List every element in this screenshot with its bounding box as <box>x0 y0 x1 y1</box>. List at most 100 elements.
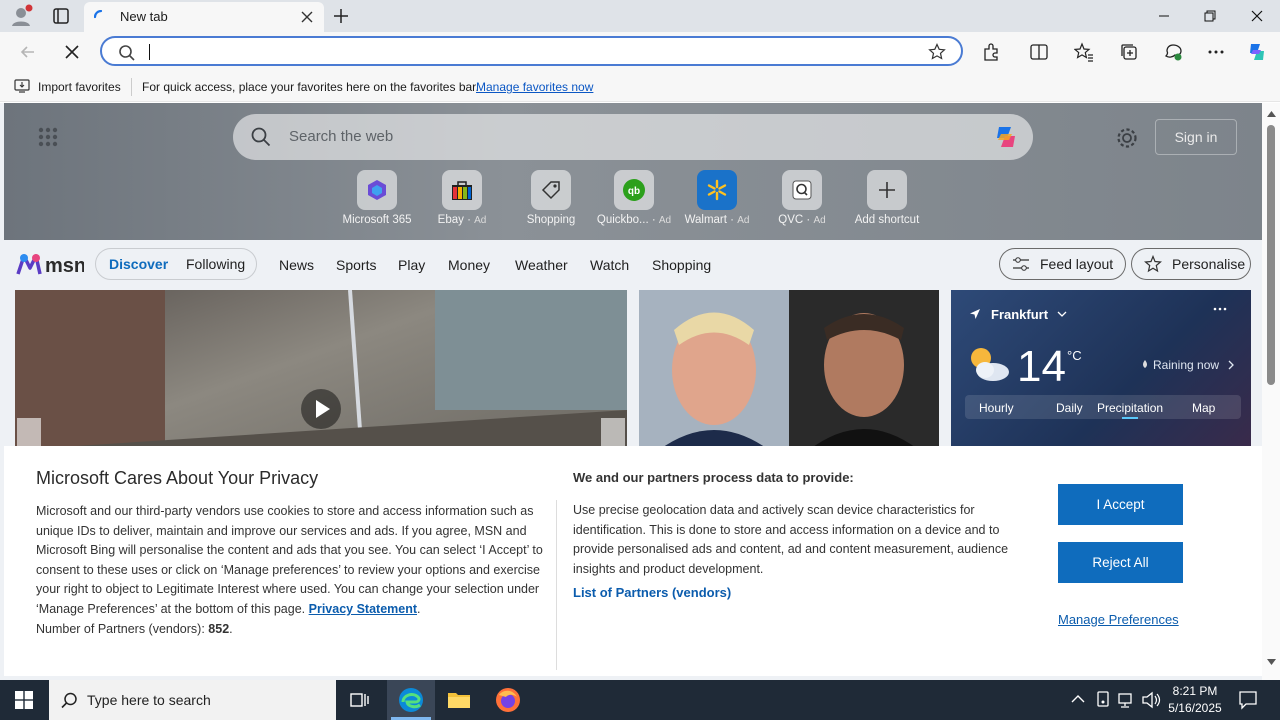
taskbar-edge[interactable] <box>387 680 435 720</box>
notifications-icon[interactable] <box>1238 690 1258 710</box>
nav-news[interactable]: News <box>279 257 314 273</box>
import-favorites-button[interactable]: Import favorites <box>38 80 121 94</box>
weather-tab-precipitation[interactable]: Precipitation <box>1097 401 1163 415</box>
web-search-box[interactable]: Search the web <box>233 114 1033 160</box>
chevron-down-icon[interactable] <box>1057 310 1067 318</box>
close-window-button[interactable] <box>1234 0 1280 32</box>
start-button[interactable] <box>0 680 48 720</box>
weather-temperature: 14 <box>1017 342 1066 391</box>
weather-tab-map[interactable]: Map <box>1192 401 1215 415</box>
nav-sports[interactable]: Sports <box>336 257 376 273</box>
privacy-consent-banner: Microsoft Cares About Your Privacy Micro… <box>4 446 1262 676</box>
feed-toggle: Discover Following <box>95 248 257 280</box>
favorite-star-icon[interactable] <box>928 43 946 61</box>
tab-strip: New tab <box>0 0 1280 32</box>
split-screen-icon[interactable] <box>1027 40 1051 64</box>
clock-time: 8:21 PM <box>1172 684 1218 698</box>
msn-logo[interactable]: msn <box>16 250 84 280</box>
ad-badge: Ad <box>658 215 672 226</box>
shortcut-shopping[interactable]: Shopping <box>509 170 593 226</box>
profile-avatar[interactable] <box>8 4 34 28</box>
news-card-video[interactable] <box>15 290 627 450</box>
privacy-body: Microsoft and our third-party vendors us… <box>36 504 543 636</box>
scroll-up-arrow-icon[interactable] <box>1267 111 1276 117</box>
restore-button[interactable] <box>1187 0 1233 32</box>
tab-new-tab[interactable]: New tab <box>84 2 324 32</box>
shortcut-quickbooks[interactable]: qb Quickbo... · Ad <box>592 170 676 226</box>
weather-city[interactable]: Frankfurt <box>991 307 1048 322</box>
favorites-hint: For quick access, place your favorites h… <box>142 80 479 94</box>
taskbar-firefox[interactable] <box>484 680 532 720</box>
ad-badge: Ad <box>737 215 750 226</box>
extensions-icon[interactable] <box>979 40 1003 64</box>
shortcut-label: QVC <box>778 214 804 226</box>
qvc-icon <box>782 170 822 210</box>
volume-icon[interactable] <box>1141 691 1161 709</box>
tray-device-icon[interactable] <box>1095 691 1111 709</box>
play-icon[interactable] <box>300 388 342 430</box>
feed-layout-label: Feed layout <box>1040 256 1114 272</box>
more-options-icon[interactable] <box>1213 306 1227 312</box>
scroll-down-arrow-icon[interactable] <box>1267 659 1276 665</box>
accept-button[interactable]: I Accept <box>1058 484 1183 525</box>
browser-essentials-icon[interactable] <box>1161 40 1185 64</box>
vertical-scrollbar[interactable] <box>1262 103 1280 680</box>
system-clock[interactable]: 8:21 PM 5/16/2025 <box>1160 683 1230 717</box>
shortcut-ebay[interactable]: Ebay · Ad <box>420 170 504 226</box>
weather-status: Raining now <box>1153 358 1220 372</box>
news-card-photo[interactable] <box>639 290 939 450</box>
taskbar-search-box[interactable]: Type here to search <box>49 680 336 720</box>
search-icon <box>118 44 136 62</box>
nav-money[interactable]: Money <box>448 257 490 273</box>
tab-discover[interactable]: Discover <box>109 256 168 272</box>
more-options-icon[interactable] <box>1204 40 1228 64</box>
taskbar-file-explorer[interactable] <box>435 680 483 720</box>
task-view-button[interactable] <box>336 680 384 720</box>
personalise-button[interactable]: Personalise <box>1131 248 1251 280</box>
scrollbar-thumb[interactable] <box>1267 125 1275 385</box>
reject-all-button[interactable]: Reject All <box>1058 542 1183 583</box>
network-icon[interactable] <box>1118 692 1136 708</box>
shortcut-add[interactable]: Add shortcut <box>845 170 929 226</box>
back-button[interactable] <box>16 40 40 64</box>
shortcut-qvc[interactable]: QVC · Ad <box>760 170 844 226</box>
active-tab-indicator <box>1122 417 1138 419</box>
privacy-statement-link[interactable]: Privacy Statement <box>309 602 417 616</box>
apps-grid-icon[interactable] <box>38 127 58 147</box>
stop-loading-button[interactable] <box>60 40 84 64</box>
copilot-icon[interactable] <box>991 122 1021 152</box>
shortcut-microsoft-365[interactable]: Microsoft 365 <box>335 170 419 226</box>
manage-favorites-link[interactable]: Manage favorites now <box>476 80 593 94</box>
tab-actions-icon[interactable] <box>50 6 72 26</box>
tray-chevron-up-icon[interactable] <box>1071 694 1085 704</box>
sign-in-button[interactable]: Sign in <box>1155 119 1237 155</box>
collections-icon[interactable] <box>1117 40 1141 64</box>
shopping-tag-icon <box>531 170 571 210</box>
chevron-right-icon[interactable] <box>1227 360 1235 370</box>
favorites-icon[interactable] <box>1072 40 1096 64</box>
weather-tab-daily[interactable]: Daily <box>1056 401 1083 415</box>
list-of-partners-link[interactable]: List of Partners (vendors) <box>573 585 731 600</box>
shortcut-label: Ebay <box>437 214 464 226</box>
msn-nav: msn Discover Following News Sports Play … <box>4 240 1262 290</box>
feed-layout-button[interactable]: Feed layout <box>999 248 1126 280</box>
copilot-icon[interactable] <box>1245 40 1269 64</box>
nav-shopping[interactable]: Shopping <box>652 257 711 273</box>
close-tab-icon[interactable] <box>300 10 314 24</box>
nav-watch[interactable]: Watch <box>590 257 629 273</box>
new-tab-button[interactable] <box>330 6 352 26</box>
shortcut-walmart[interactable]: Walmart · Ad <box>675 170 759 226</box>
address-bar[interactable] <box>100 36 963 66</box>
tab-following[interactable]: Following <box>186 256 245 272</box>
manage-preferences-link[interactable]: Manage Preferences <box>1058 612 1179 627</box>
location-arrow-icon <box>969 308 981 320</box>
settings-gear-icon[interactable] <box>1116 127 1138 149</box>
nav-play[interactable]: Play <box>398 257 425 273</box>
weather-card[interactable]: Frankfurt 14 °C Raining now Hourly Daily… <box>951 290 1251 450</box>
weather-tab-hourly[interactable]: Hourly <box>979 401 1014 415</box>
browser-toolbar <box>0 32 1280 72</box>
address-input[interactable] <box>152 41 912 61</box>
nav-weather[interactable]: Weather <box>515 257 568 273</box>
favbar-divider <box>131 78 132 96</box>
minimize-button[interactable] <box>1141 0 1187 32</box>
